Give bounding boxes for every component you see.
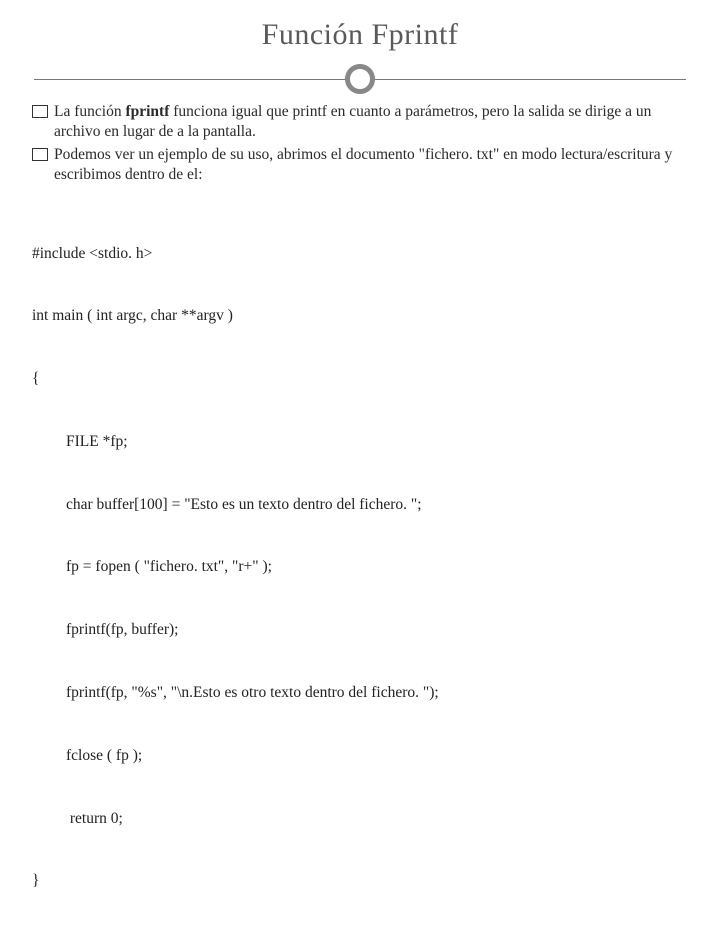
bullet-list: La función fprintf funciona igual que pr… bbox=[32, 102, 688, 186]
list-item: Podemos ver un ejemplo de su uso, abrimo… bbox=[32, 145, 688, 186]
code-line: fprintf(fp, buffer); bbox=[32, 620, 690, 641]
text-run: La función bbox=[54, 103, 125, 120]
list-item: La función fprintf funciona igual que pr… bbox=[32, 102, 688, 143]
slide: Función Fprintf La función fprintf funci… bbox=[0, 0, 720, 540]
bullet-text: La función fprintf funciona igual que pr… bbox=[54, 102, 688, 143]
code-line: { bbox=[32, 369, 690, 390]
code-line: fprintf(fp, "%s", "\n.Esto es otro texto… bbox=[32, 683, 690, 704]
checkbox-icon bbox=[32, 105, 48, 118]
code-line: FILE *fp; bbox=[32, 432, 690, 453]
checkbox-icon bbox=[32, 148, 48, 161]
text-bold: fprintf bbox=[125, 103, 169, 120]
bullet-text: Podemos ver un ejemplo de su uso, abrimo… bbox=[54, 145, 688, 186]
code-line: int main ( int argc, char **argv ) bbox=[32, 306, 690, 327]
text-run: Podemos ver un ejemplo de su uso, abrimo… bbox=[54, 146, 672, 183]
title-decoration bbox=[30, 62, 690, 96]
code-line: return 0; bbox=[32, 809, 690, 830]
code-block: #include <stdio. h> int main ( int argc,… bbox=[32, 202, 690, 934]
code-line: fp = fopen ( "fichero. txt", "r+" ); bbox=[32, 557, 690, 578]
code-line: fclose ( fp ); bbox=[32, 746, 690, 767]
code-line: char buffer[100] = "Esto es un texto den… bbox=[32, 495, 690, 516]
code-line: #include <stdio. h> bbox=[32, 244, 690, 265]
code-line: } bbox=[32, 871, 690, 892]
slide-title: Función Fprintf bbox=[30, 18, 690, 52]
circle-icon bbox=[345, 64, 375, 94]
